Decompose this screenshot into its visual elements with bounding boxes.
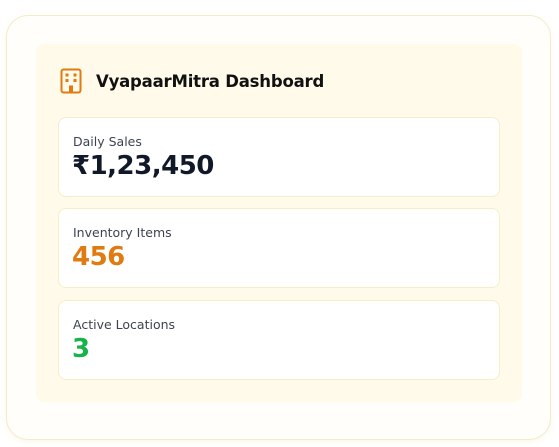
- stat-card-daily-sales: Daily Sales ₹1,23,450: [58, 117, 500, 197]
- stat-value: 3: [72, 334, 90, 364]
- stat-card-active-locations: Active Locations 3: [58, 300, 500, 380]
- stat-value: 456: [72, 242, 125, 272]
- stat-label: Daily Sales: [73, 134, 142, 149]
- stat-label: Active Locations: [73, 317, 176, 332]
- stat-card-inventory-items: Inventory Items 456: [58, 208, 500, 288]
- page-title: VyapaarMitra Dashboard: [96, 71, 325, 91]
- building-icon: [59, 67, 83, 95]
- stat-label: Inventory Items: [73, 225, 172, 240]
- dashboard-header: VyapaarMitra Dashboard: [59, 66, 324, 96]
- stat-value: ₹1,23,450: [72, 151, 214, 181]
